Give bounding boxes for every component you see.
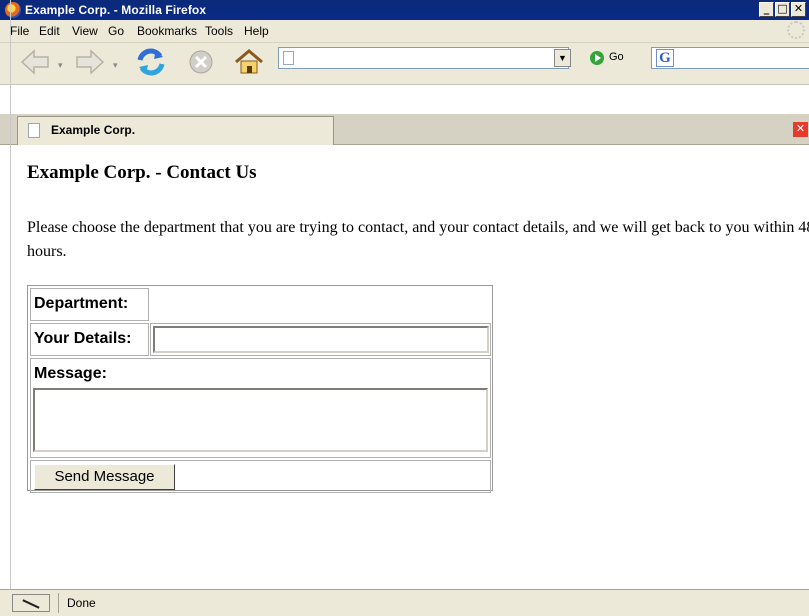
department-label: Department:: [34, 295, 129, 312]
go-button-label[interactable]: Go: [609, 51, 624, 63]
tab-example-corp[interactable]: Example Corp.: [17, 116, 334, 145]
stop-button[interactable]: [184, 47, 218, 77]
window-frame-left: [0, 0, 10, 615]
details-input[interactable]: [153, 326, 489, 353]
menu-tools[interactable]: Tools: [205, 24, 233, 38]
status-text: Done: [67, 596, 96, 610]
home-button[interactable]: [232, 47, 266, 77]
details-label: Your Details:: [34, 330, 132, 347]
send-message-button[interactable]: Send Message: [34, 464, 175, 490]
intro-text: Please choose the department that you ar…: [27, 219, 809, 260]
connection-status-icon: [12, 594, 50, 612]
page-icon: [283, 51, 294, 65]
go-icon[interactable]: [590, 51, 604, 65]
close-window-button[interactable]: ✕: [791, 2, 806, 17]
message-textarea[interactable]: [33, 388, 488, 452]
page-heading: Example Corp. - Contact Us: [27, 162, 257, 183]
menu-bookmarks[interactable]: Bookmarks: [137, 24, 197, 38]
title-bar: Example Corp. - Mozilla Firefox _ □ ✕: [0, 0, 809, 20]
menu-go[interactable]: Go: [108, 24, 124, 38]
status-divider: [58, 593, 59, 613]
department-cell: Department:: [30, 288, 149, 321]
address-dropdown-button[interactable]: ▼: [554, 49, 571, 67]
menu-edit[interactable]: Edit: [39, 24, 60, 38]
address-bar[interactable]: [278, 47, 569, 69]
minimize-button[interactable]: _: [759, 2, 774, 17]
maximize-button[interactable]: □: [775, 2, 790, 17]
window-title: Example Corp. - Mozilla Firefox: [25, 3, 207, 17]
search-box[interactable]: G: [651, 47, 809, 69]
back-button[interactable]: [18, 47, 52, 77]
forward-button[interactable]: [73, 47, 107, 77]
details-label-cell: Your Details:: [30, 323, 149, 356]
menu-bar: File Edit View Go Bookmarks Tools Help: [0, 20, 809, 43]
menu-help[interactable]: Help: [244, 24, 269, 38]
status-bar: Done: [0, 589, 809, 616]
close-tab-icon[interactable]: ✕: [793, 122, 808, 137]
firefox-logo-icon: [5, 2, 21, 18]
page-icon: [28, 123, 40, 138]
forward-history-dropdown-icon[interactable]: ▾: [113, 60, 118, 71]
menu-file[interactable]: File: [10, 24, 29, 38]
throbber-icon: [787, 21, 805, 39]
reload-button[interactable]: [134, 47, 168, 77]
menu-view[interactable]: View: [72, 24, 98, 38]
tab-label: Example Corp.: [51, 123, 136, 137]
google-search-engine-icon[interactable]: G: [656, 49, 674, 67]
message-label: Message:: [34, 365, 107, 382]
back-history-dropdown-icon[interactable]: ▾: [58, 60, 63, 71]
